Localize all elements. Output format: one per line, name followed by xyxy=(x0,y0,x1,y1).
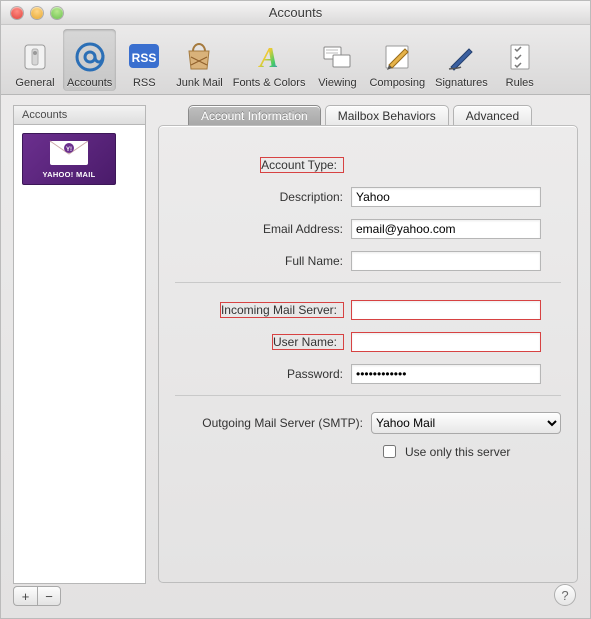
titlebar: Accounts xyxy=(1,1,590,25)
toolbar-label: Signatures xyxy=(435,77,488,89)
remove-account-button[interactable]: − xyxy=(37,586,61,606)
tab-account-information[interactable]: Account Information xyxy=(188,105,321,126)
account-brand-label: YAHOO! MAIL xyxy=(42,170,95,179)
add-remove-group: + − xyxy=(13,586,146,606)
tab-mailbox-behaviors[interactable]: Mailbox Behaviors xyxy=(325,105,449,126)
signature-pen-icon xyxy=(443,39,479,75)
toolbar-composing[interactable]: Composing xyxy=(365,29,429,91)
junk-bag-icon xyxy=(181,39,217,75)
viewing-icon xyxy=(319,39,355,75)
rss-icon: RSS xyxy=(126,39,162,75)
toolbar-signatures[interactable]: Signatures xyxy=(431,29,492,91)
password-label: Password: xyxy=(175,367,351,381)
svg-text:A: A xyxy=(258,43,279,74)
accounts-list[interactable]: Y! YAHOO! MAIL xyxy=(13,124,146,584)
toolbar-label: Composing xyxy=(369,77,425,89)
toolbar-general[interactable]: General xyxy=(9,29,61,91)
separator xyxy=(175,395,561,396)
toolbar-fonts[interactable]: A Fonts & Colors xyxy=(229,29,310,91)
svg-text:RSS: RSS xyxy=(132,51,157,65)
envelope-icon: Y! xyxy=(49,140,89,166)
username-label: User Name: xyxy=(175,335,351,349)
rules-icon xyxy=(502,39,538,75)
help-icon: ? xyxy=(561,588,568,603)
add-account-button[interactable]: + xyxy=(13,586,37,606)
separator xyxy=(175,282,561,283)
svg-text:Y!: Y! xyxy=(66,147,72,153)
password-input[interactable] xyxy=(351,364,541,384)
tabs: Account Information Mailbox Behaviors Ad… xyxy=(188,105,578,126)
email-input[interactable] xyxy=(351,219,541,239)
fullname-input[interactable] xyxy=(351,251,541,271)
at-sign-icon xyxy=(72,39,108,75)
toolbar-junk[interactable]: Junk Mail xyxy=(172,29,226,91)
use-only-this-server-checkbox[interactable] xyxy=(383,445,396,458)
switch-icon xyxy=(17,39,53,75)
incoming-server-input[interactable] xyxy=(351,300,541,320)
panel: Account Type: Description: Email Address… xyxy=(158,125,578,583)
toolbar-label: Accounts xyxy=(67,77,112,89)
description-input[interactable] xyxy=(351,187,541,207)
fonts-colors-icon: A xyxy=(251,39,287,75)
body: Accounts Y! YAHOO! MAIL + − Account Info… xyxy=(1,95,590,618)
toolbar-label: Viewing xyxy=(318,77,356,89)
compose-icon xyxy=(379,39,415,75)
toolbar-label: General xyxy=(15,77,54,89)
email-label: Email Address: xyxy=(175,222,351,236)
window-title: Accounts xyxy=(1,5,590,20)
sidebar: Accounts Y! YAHOO! MAIL + − xyxy=(13,105,146,606)
toolbar-label: Fonts & Colors xyxy=(233,77,306,89)
toolbar: General Accounts RSS RSS Junk Mail A xyxy=(1,25,590,95)
fullname-label: Full Name: xyxy=(175,254,351,268)
toolbar-viewing[interactable]: Viewing xyxy=(311,29,363,91)
toolbar-accounts[interactable]: Accounts xyxy=(63,29,116,91)
smtp-select[interactable]: Yahoo Mail xyxy=(371,412,561,434)
account-item-yahoo[interactable]: Y! YAHOO! MAIL xyxy=(22,133,116,185)
help-button[interactable]: ? xyxy=(554,584,576,606)
toolbar-label: Rules xyxy=(506,77,534,89)
accounts-preferences-window: Accounts General Accounts RSS RSS Junk M xyxy=(0,0,591,619)
incoming-server-label: Incoming Mail Server: xyxy=(175,303,351,317)
username-input[interactable] xyxy=(351,332,541,352)
tab-advanced[interactable]: Advanced xyxy=(453,105,532,126)
use-only-this-server-label: Use only this server xyxy=(405,445,510,459)
description-label: Description: xyxy=(175,190,351,204)
sidebar-header: Accounts xyxy=(13,105,146,124)
smtp-label: Outgoing Mail Server (SMTP): xyxy=(175,416,371,430)
toolbar-label: RSS xyxy=(133,77,156,89)
account-type-label: Account Type: xyxy=(175,158,351,172)
toolbar-rss[interactable]: RSS RSS xyxy=(118,29,170,91)
toolbar-label: Junk Mail xyxy=(176,77,222,89)
toolbar-rules[interactable]: Rules xyxy=(494,29,546,91)
content-pane: Account Information Mailbox Behaviors Ad… xyxy=(158,105,578,606)
